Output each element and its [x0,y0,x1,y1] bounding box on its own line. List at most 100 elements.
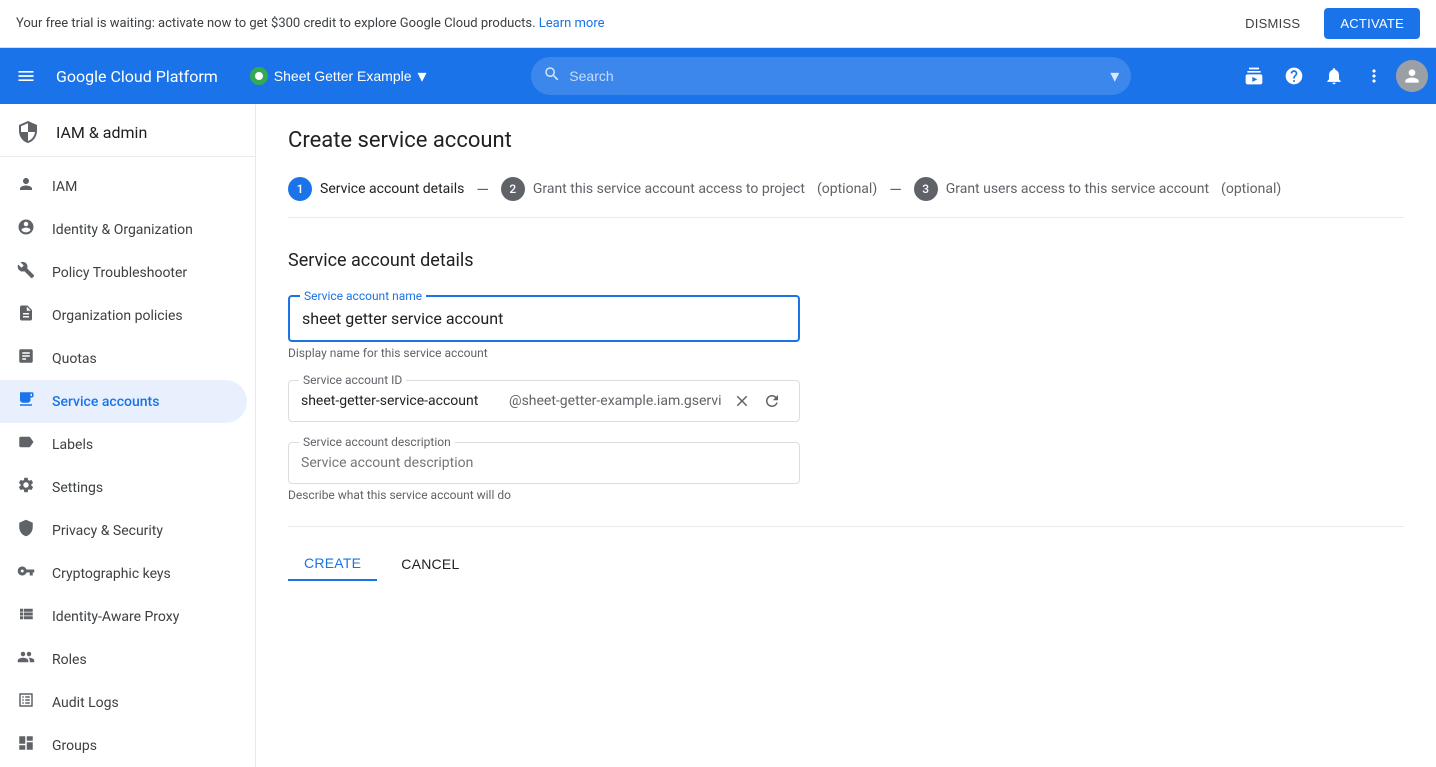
step-3-number: 3 [914,177,938,201]
activate-button[interactable]: ACTIVATE [1324,8,1420,39]
banner-learn-more[interactable]: Learn more [539,16,605,31]
app-title: Google Cloud Platform [56,67,218,86]
vpn-key-icon [16,562,36,585]
sidebar-item-label-iam: IAM [52,179,77,195]
refresh-icon [763,392,781,410]
sidebar-item-cryptographic-keys[interactable]: Cryptographic keys [0,552,247,595]
build-icon [16,261,36,284]
service-account-description-field[interactable]: Service account description [288,442,800,484]
clear-icon [733,392,751,410]
more-vert-icon [1364,66,1384,86]
service-account-name-hint: Display name for this service account [288,346,800,360]
step-3: 3 Grant users access to this service acc… [914,177,1282,201]
receipt-icon [16,390,36,413]
service-account-name-group: Service account name Display name for th… [288,295,1404,360]
main-content: Create service account 1 Service account… [256,104,1436,767]
description-icon [16,304,36,327]
sidebar-item-audit-logs[interactable]: Audit Logs [0,681,247,724]
hamburger-menu-button[interactable] [8,58,44,94]
clear-id-button[interactable] [729,388,755,414]
service-account-id-group: Service account ID @sheet-getter-example… [288,380,1404,422]
sidebar-item-identity-aware-proxy[interactable]: Identity-Aware Proxy [0,595,247,638]
sidebar-item-label-identity-org: Identity & Organization [52,222,193,238]
sidebar-item-settings[interactable]: Settings [0,466,247,509]
iam-admin-icon [16,120,40,144]
sidebar-item-label-org-policies: Organization policies [52,308,183,324]
steps-bar: 1 Service account details — 2 Grant this… [288,177,1404,218]
step-1-label: Service account details [320,181,464,197]
sidebar-item-label-policy-troubleshooter: Policy Troubleshooter [52,265,187,281]
banner-text: Your free trial is waiting: activate now… [16,16,605,31]
form-actions: CREATE CANCEL [288,526,1404,581]
cloud-shell-icon [1244,66,1264,86]
sidebar-item-label-roles: Roles [52,652,87,668]
step-3-label: Grant users access to this service accou… [946,181,1209,197]
sidebar-item-iam[interactable]: IAM [0,165,247,208]
label-icon [16,433,36,456]
search-input[interactable] [569,68,1102,84]
service-account-name-field[interactable]: Service account name [288,295,800,342]
sidebar-item-identity-org[interactable]: Identity & Organization [0,208,247,251]
sidebar-item-org-policies[interactable]: Organization policies [0,294,247,337]
step-2: 2 Grant this service account access to p… [501,177,877,201]
top-banner: Your free trial is waiting: activate now… [0,0,1436,48]
refresh-id-button[interactable] [759,388,785,414]
settings-icon [16,476,36,499]
dismiss-button[interactable]: DISMISS [1233,10,1312,37]
main-layout: IAM & admin IAM Identity & Organization [0,104,1436,767]
form-section-title: Service account details [288,250,1404,271]
banner-actions: DISMISS ACTIVATE [1233,8,1420,39]
sidebar-item-quotas[interactable]: Quotas [0,337,247,380]
list-alt-icon [16,691,36,714]
more-options-button[interactable] [1356,58,1392,94]
service-account-description-hint: Describe what this service account will … [288,488,800,502]
bar-chart-icon [16,347,36,370]
sidebar-item-policy-troubleshooter[interactable]: Policy Troubleshooter [0,251,247,294]
service-account-description-group: Service account description Describe wha… [288,442,1404,502]
sidebar-item-labels[interactable]: Labels [0,423,247,466]
project-selector[interactable]: Sheet Getter Example ▾ [242,62,435,91]
step-3-optional: (optional) [1221,181,1281,197]
sidebar-item-groups[interactable]: Groups [0,724,247,767]
project-name: Sheet Getter Example [274,68,412,84]
service-account-description-input[interactable] [289,443,799,483]
sidebar: IAM & admin IAM Identity & Organization [0,104,256,767]
sidebar-nav: IAM Identity & Organization Policy Troub… [0,157,255,767]
sidebar-item-privacy-security[interactable]: Privacy & Security [0,509,247,552]
sidebar-header: IAM & admin [0,104,255,157]
service-account-name-input[interactable] [302,309,786,328]
sidebar-item-label-audit-logs: Audit Logs [52,695,119,711]
chevron-down-icon: ▾ [418,66,427,87]
search-bar-container[interactable]: ▾ [531,57,1131,95]
sidebar-item-label-service-accounts: Service accounts [52,394,159,410]
service-account-name-label: Service account name [300,289,426,303]
sidebar-item-roles[interactable]: Roles [0,638,247,681]
sidebar-item-label-labels: Labels [52,437,93,453]
group-icon [16,648,36,671]
cloud-shell-button[interactable] [1236,58,1272,94]
person-icon [16,175,36,198]
sidebar-item-service-accounts[interactable]: Service accounts [0,380,247,423]
avatar[interactable] [1396,60,1428,92]
sidebar-item-label-quotas: Quotas [52,351,97,367]
search-expand-icon[interactable]: ▾ [1110,66,1119,87]
view-list-icon [16,605,36,628]
nav-left: Google Cloud Platform Sheet Getter Examp… [8,58,435,94]
create-button[interactable]: CREATE [288,547,377,581]
service-account-description-label: Service account description [299,435,455,449]
step-1-number: 1 [288,177,312,201]
shield-icon [16,519,36,542]
notifications-icon [1324,66,1344,86]
nav-right [1236,58,1428,94]
step-1: 1 Service account details [288,177,464,201]
step-divider-2: — [889,180,902,199]
step-2-optional: (optional) [817,181,877,197]
notifications-button[interactable] [1316,58,1352,94]
search-icon [543,65,561,88]
service-account-id-input[interactable] [289,381,509,421]
cancel-button[interactable]: CANCEL [385,548,475,580]
top-nav: Google Cloud Platform Sheet Getter Examp… [0,48,1436,104]
sidebar-item-label-settings: Settings [52,480,103,496]
help-button[interactable] [1276,58,1312,94]
avatar-image [1396,60,1428,92]
